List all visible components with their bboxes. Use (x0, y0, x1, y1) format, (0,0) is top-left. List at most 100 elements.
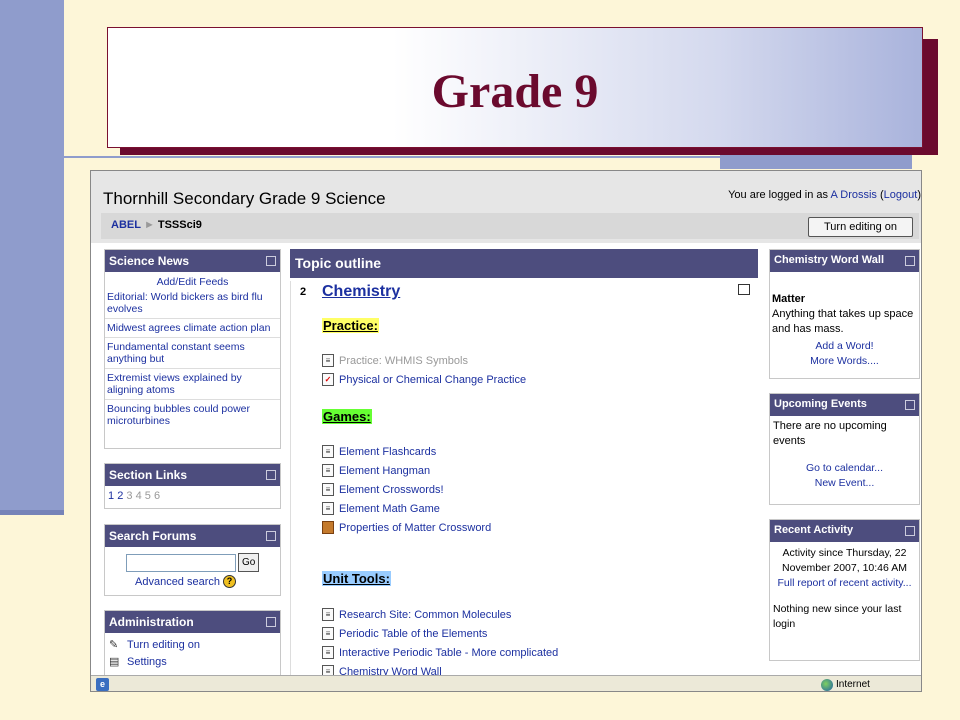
resource-link[interactable]: ≡ Element Crosswords! (322, 483, 444, 496)
section-link-5: 5 (144, 490, 151, 502)
section-number: 2 (300, 286, 307, 298)
title-box: Grade 9 (107, 27, 923, 148)
turn-editing-button[interactable]: Turn editing on (808, 217, 913, 237)
practice-heading: Practice: (322, 318, 379, 333)
search-forums-block: Search Forums Go Advanced search ? (104, 524, 281, 596)
page-icon: ≡ (322, 445, 334, 458)
add-word-link[interactable]: Add a Word! (770, 339, 919, 354)
collapse-icon[interactable] (266, 617, 276, 627)
admin-settings-link[interactable]: Settings (127, 656, 167, 668)
resource-link[interactable]: ≡ Research Site: Common Molecules (322, 608, 511, 621)
logout-link[interactable]: Logout (884, 189, 918, 201)
page-icon: ≡ (322, 464, 334, 477)
section-link-6: 6 (153, 490, 161, 502)
news-item[interactable]: Bouncing bubbles could power microturbin… (105, 400, 280, 430)
breadcrumb: ABEL ► TSSSci9 (101, 213, 919, 239)
admin-turn-editing-link[interactable]: Turn editing on (127, 639, 200, 651)
security-zone: Internet (836, 679, 870, 690)
resource-link[interactable]: ✓ Physical or Chemical Change Practice (322, 373, 526, 386)
word-wall-word: Matter (772, 293, 806, 305)
search-forums-title: Search Forums (109, 529, 197, 543)
collapse-icon[interactable] (266, 531, 276, 541)
activity-since: Activity since Thursday, 22 November 200… (782, 547, 907, 574)
new-event-link[interactable]: New Event... (770, 476, 919, 491)
slide-accent-tab (720, 155, 912, 169)
word-wall-definition: Anything that takes up space and has mas… (772, 308, 914, 335)
collapse-icon[interactable] (266, 256, 276, 266)
news-item[interactable]: Extremist views explained by aligning at… (105, 369, 280, 400)
news-item[interactable]: Fundamental constant seems anything but (105, 338, 280, 369)
resource-link[interactable]: ≡ Element Hangman (322, 464, 430, 477)
administration-title: Administration (109, 615, 194, 629)
search-input[interactable] (126, 553, 236, 572)
section-link-2[interactable]: 2 (117, 490, 123, 502)
news-item[interactable]: Editorial: World bickers as bird flu evo… (105, 288, 280, 319)
login-prefix: You are logged in as (728, 189, 831, 201)
slide-left-bar (0, 0, 64, 515)
edit-icon: ✎ (109, 639, 119, 651)
slide-left-bar-edge (0, 510, 64, 515)
collapse-icon[interactable] (905, 400, 915, 410)
page-icon: ≡ (322, 608, 334, 621)
globe-icon (821, 679, 833, 691)
settings-icon: ▤ (109, 656, 120, 668)
no-events-text: There are no upcoming events (773, 420, 887, 447)
upcoming-events-title: Upcoming Events (774, 398, 867, 410)
section-link-1[interactable]: 1 (108, 490, 114, 502)
upcoming-events-block: Upcoming Events There are no upcoming ev… (769, 393, 920, 505)
page-icon: ≡ (322, 354, 334, 367)
breadcrumb-course: TSSSci9 (157, 219, 202, 231)
page-icon: ≡ (322, 646, 334, 659)
breadcrumb-home[interactable]: ABEL (111, 219, 141, 231)
game-icon (322, 521, 334, 534)
page-icon: ≡ (322, 502, 334, 515)
administration-block: Administration ✎ Turn editing on ▤ Setting… (104, 610, 281, 680)
help-icon[interactable]: ? (223, 575, 236, 588)
resource-link[interactable]: ≡ Element Math Game (322, 502, 440, 515)
section-links-block: Section Links 1 2 3 4 5 6 (104, 463, 281, 509)
resource-link[interactable]: ≡ Periodic Table of the Elements (322, 627, 487, 640)
collapse-icon[interactable] (905, 256, 915, 266)
recent-activity-block: Recent Activity Activity since Thursday,… (769, 519, 920, 661)
go-button[interactable]: Go (238, 553, 260, 572)
word-wall-title: Chemistry Word Wall (774, 254, 885, 266)
go-to-calendar-link[interactable]: Go to calendar... (770, 461, 919, 476)
section-link-4: 4 (135, 490, 142, 502)
full-report-link[interactable]: Full report of recent activity... (770, 576, 919, 591)
resource-link[interactable]: ≡ Element Flashcards (322, 445, 436, 458)
slide-title: Grade 9 (431, 65, 599, 118)
ie-icon: e (96, 678, 109, 691)
moodle-screenshot: Thornhill Secondary Grade 9 Science You … (90, 170, 922, 692)
topic-outline-header: Topic outline (290, 249, 758, 278)
quiz-icon: ✓ (322, 373, 334, 386)
page-icon: ≡ (322, 483, 334, 496)
collapse-icon[interactable] (266, 470, 276, 480)
resource-link[interactable]: ≡ Practice: WHMIS Symbols (322, 354, 468, 367)
section-title[interactable]: Chemistry (322, 283, 400, 301)
resource-link[interactable]: Properties of Matter Crossword (322, 521, 491, 534)
course-title: Thornhill Secondary Grade 9 Science (103, 189, 386, 208)
section-toggle-icon[interactable] (738, 284, 750, 295)
news-item[interactable]: Midwest agrees climate action plan (105, 319, 280, 338)
browser-status-bar: e Internet (91, 675, 921, 691)
login-info: You are logged in as A Drossis (Logout) (728, 189, 921, 201)
recent-activity-title: Recent Activity (774, 524, 854, 536)
nothing-new-text: Nothing new since your last login (773, 603, 902, 630)
games-heading: Games: (322, 409, 372, 424)
slide-divider (40, 156, 720, 158)
breadcrumb-separator: ► (143, 219, 155, 231)
add-edit-feeds-link[interactable]: Add/Edit Feeds (105, 276, 280, 288)
topic-section: 2 Chemistry Practice: ≡ Practice: WHMIS S… (290, 281, 758, 691)
section-links: 1 2 3 4 5 6 (105, 486, 280, 506)
collapse-icon[interactable] (905, 526, 915, 536)
section-links-title: Section Links (109, 468, 188, 482)
user-link[interactable]: A Drossis (830, 189, 876, 201)
section-link-3: 3 (126, 490, 133, 502)
word-wall-block: Chemistry Word Wall Matter Anything that… (769, 249, 920, 379)
science-news-block: Science News Add/Edit Feeds Editorial: W… (104, 249, 281, 449)
advanced-search-link[interactable]: Advanced search (135, 576, 220, 588)
more-words-link[interactable]: More Words.... (770, 354, 919, 369)
page-icon: ≡ (322, 627, 334, 640)
resource-link[interactable]: ≡ Interactive Periodic Table - More compl… (322, 646, 558, 659)
page-header: Thornhill Secondary Grade 9 Science You … (91, 171, 921, 243)
